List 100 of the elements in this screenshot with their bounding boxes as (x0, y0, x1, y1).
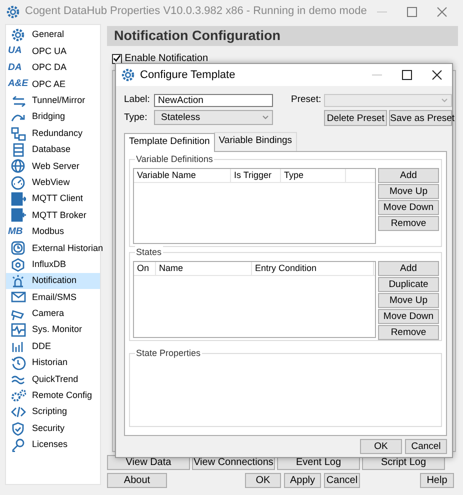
preset-button[interactable]: Save as Preset (389, 110, 452, 126)
sidebar-item[interactable]: Redundancy (6, 125, 100, 142)
sidebar-item[interactable]: DA OPC DA (6, 60, 100, 76)
item-label: MQTT Client (32, 192, 83, 206)
sidebar-item[interactable]: Camera (6, 306, 100, 322)
badge-text: DA (8, 60, 23, 75)
sidebar-item[interactable]: MB Modbus (6, 224, 100, 240)
window-title: Cogent DataHub Properties V10.0.3.982 x86 - Running in demo mode (25, 4, 367, 20)
sidebar-item[interactable]: Sys. Monitor (6, 322, 100, 338)
list-button[interactable]: Move Up (378, 292, 439, 308)
dialog-title: Configure Template (140, 68, 236, 83)
list-button[interactable]: Move Down (378, 200, 439, 214)
arrows-icon (10, 94, 26, 108)
dialog-button[interactable]: Cancel (405, 439, 447, 454)
checkbox-label: Enable Notification (124, 52, 208, 66)
database-icon (10, 142, 26, 157)
dialog-button[interactable]: OK (360, 439, 402, 454)
item-label: Historian (32, 356, 68, 370)
item-label: Security (32, 422, 65, 435)
page-header: Notification Configuration (107, 26, 458, 46)
sidebar-item[interactable]: Historian (6, 354, 100, 372)
gear-icon (10, 28, 26, 42)
list-button[interactable]: Remove (378, 324, 439, 340)
clock-icon (10, 241, 26, 256)
list-button[interactable]: Move Up (378, 184, 439, 198)
network-icon (10, 126, 26, 141)
preset-button[interactable]: Delete Preset (324, 110, 388, 126)
action-button[interactable]: About (107, 473, 167, 488)
sidebar-item[interactable]: WebView (6, 174, 100, 191)
gauge-icon (10, 176, 26, 190)
sidebar-item[interactable]: Security (6, 420, 100, 437)
action-button[interactable]: Apply (284, 473, 321, 488)
sidebar-item[interactable]: Database (6, 142, 100, 158)
column-header: Is Trigger (231, 168, 281, 182)
item-label: Web Server (32, 160, 80, 173)
sidebar-item[interactable]: Licenses (6, 436, 100, 454)
sidebar-item[interactable]: A&E OPC AE (6, 76, 100, 93)
item-label: OPC AE (32, 78, 66, 91)
sidebar-item[interactable]: Web Server (6, 158, 100, 175)
item-label: General (32, 28, 64, 42)
tab[interactable]: Variable Bindings (214, 132, 298, 150)
sidebar-item[interactable]: DDE (6, 338, 100, 355)
sidebar-item[interactable]: Bridging (6, 108, 100, 126)
column-header: Entry Condition (252, 262, 374, 274)
list-button[interactable]: Add (378, 260, 439, 276)
item-label: Tunnel/Mirror (32, 94, 86, 107)
action-button[interactable]: OK (245, 473, 281, 488)
column-header: On (134, 262, 156, 274)
item-label: QuickTrend (32, 372, 78, 386)
label-field[interactable]: NewAction (154, 94, 273, 107)
gears-icon (10, 388, 26, 403)
column-header: Type (281, 168, 346, 182)
field-label: Label: (124, 93, 151, 107)
sidebar-item[interactable]: Remote Config (6, 388, 100, 404)
item-label: Sys. Monitor (32, 323, 82, 336)
sidebar-item[interactable]: General (6, 27, 100, 44)
item-label: Redundancy (32, 126, 83, 140)
history-icon (10, 356, 26, 370)
envelope-icon (10, 290, 26, 304)
sidebar-item[interactable]: UA OPC UA (6, 43, 100, 60)
sidebar-item[interactable]: Notification (6, 272, 100, 290)
maximize-icon[interactable] (399, 67, 415, 83)
list-button[interactable]: Duplicate (378, 276, 439, 292)
type-dropdown[interactable]: Stateless (154, 110, 273, 126)
checkbox[interactable] (112, 54, 122, 64)
sidebar-item[interactable]: MQTT Broker (6, 207, 100, 224)
item-label: OPC DA (32, 61, 67, 74)
field-label: Preset: (291, 93, 322, 107)
item-label: Bridging (32, 110, 66, 124)
action-button[interactable]: Help (420, 473, 454, 488)
badge-text: A&E (8, 77, 30, 92)
item-label: Email/SMS (32, 290, 77, 304)
sidebar-item[interactable]: MQTT Client (6, 190, 100, 208)
list-button[interactable]: Add (378, 168, 439, 182)
item-label: MQTT Broker (32, 208, 86, 222)
item-label: WebView (32, 176, 70, 189)
column-header: Name (156, 262, 252, 274)
item-label: Remote Config (32, 389, 92, 402)
item-label: Notification (32, 274, 77, 288)
item-label: InfluxDB (32, 258, 66, 271)
item-label: DDE (32, 340, 52, 353)
sidebar-item[interactable]: Tunnel/Mirror (6, 92, 100, 109)
list-button[interactable]: Move Down (378, 308, 439, 324)
monitor-icon (10, 323, 26, 338)
sidebar-item[interactable]: Email/SMS (6, 289, 100, 306)
alarm-light-icon (10, 274, 26, 288)
sidebar-item[interactable]: InfluxDB (6, 256, 100, 273)
sidebar-item[interactable]: Scripting (6, 404, 100, 420)
group-title: State Properties (135, 346, 202, 360)
shield-icon (10, 422, 26, 436)
tab[interactable]: Template Definition (124, 133, 215, 152)
sidebar-item[interactable]: QuickTrend (6, 371, 100, 388)
action-button[interactable]: Cancel (324, 473, 360, 488)
caret-icon (262, 115, 269, 120)
list-button[interactable]: Remove (378, 216, 439, 230)
gear-icon (6, 4, 20, 18)
key-icon (10, 438, 26, 452)
item-label: Database (32, 143, 71, 156)
gear-icon (121, 68, 135, 82)
item-label: Scripting (32, 405, 68, 418)
